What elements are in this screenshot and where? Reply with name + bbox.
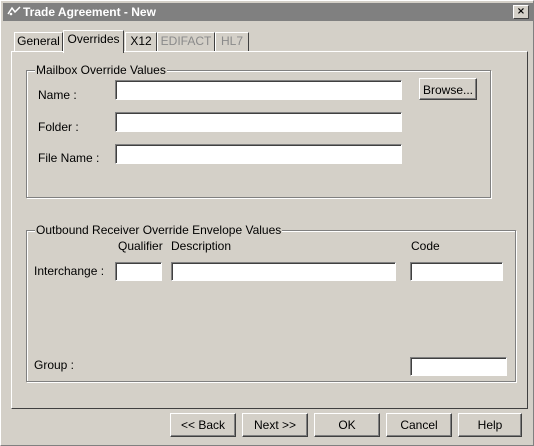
help-button-label: Help xyxy=(477,418,503,432)
tab-hl7-label: HL7 xyxy=(220,34,243,48)
tab-general-label: General xyxy=(17,34,60,48)
name-field[interactable] xyxy=(115,80,402,100)
tab-x12[interactable]: X12 xyxy=(125,32,157,52)
name-label: Name : xyxy=(38,88,77,102)
description-header: Description xyxy=(171,239,232,253)
file-name-field[interactable] xyxy=(115,144,402,164)
ok-button-label: OK xyxy=(338,418,356,432)
code-header: Code xyxy=(411,239,440,253)
interchange-label: Interchange : xyxy=(34,264,105,278)
outbound-legend: Outbound Receiver Override Envelope Valu… xyxy=(35,223,283,237)
mailbox-legend: Mailbox Override Values xyxy=(35,63,167,77)
trade-agreement-window: Trade Agreement - New × General Override… xyxy=(0,0,534,446)
tab-general[interactable]: General xyxy=(14,32,63,52)
next-button-label: Next >> xyxy=(253,418,297,432)
folder-field[interactable] xyxy=(115,112,402,132)
interchange-code-field[interactable] xyxy=(410,262,503,281)
close-button[interactable]: × xyxy=(513,5,529,19)
title-bar[interactable]: Trade Agreement - New × xyxy=(3,3,533,21)
qualifier-header: Qualifier xyxy=(118,239,163,253)
cancel-button[interactable]: Cancel xyxy=(386,413,452,437)
tab-overrides-label: Overrides xyxy=(67,32,120,46)
window-title: Trade Agreement - New xyxy=(23,5,156,19)
tab-x12-label: X12 xyxy=(130,34,152,48)
folder-label: Folder : xyxy=(38,120,79,134)
tab-hl7: HL7 xyxy=(215,32,249,52)
interchange-qualifier-field[interactable] xyxy=(115,262,162,281)
help-button[interactable]: Help xyxy=(458,413,522,437)
tab-overrides[interactable]: Overrides xyxy=(63,30,124,53)
group-label: Group : xyxy=(34,358,75,372)
back-button[interactable]: << Back xyxy=(170,413,236,437)
file-name-label: File Name : xyxy=(38,151,100,165)
next-button[interactable]: Next >> xyxy=(242,413,308,437)
ok-button[interactable]: OK xyxy=(314,413,380,437)
browse-button-label: Browse... xyxy=(422,83,473,97)
back-button-label: << Back xyxy=(180,418,226,432)
browse-button[interactable]: Browse... xyxy=(419,78,477,100)
cancel-button-label: Cancel xyxy=(400,418,438,432)
tab-edifact: EDIFACT xyxy=(157,32,215,52)
tab-edifact-label: EDIFACT xyxy=(160,34,212,48)
group-code-field[interactable] xyxy=(410,357,507,376)
app-icon xyxy=(6,5,22,19)
close-icon: × xyxy=(516,6,526,17)
overrides-panel: Mailbox Override Values Name : Browse...… xyxy=(11,51,528,409)
interchange-description-field[interactable] xyxy=(171,262,396,281)
